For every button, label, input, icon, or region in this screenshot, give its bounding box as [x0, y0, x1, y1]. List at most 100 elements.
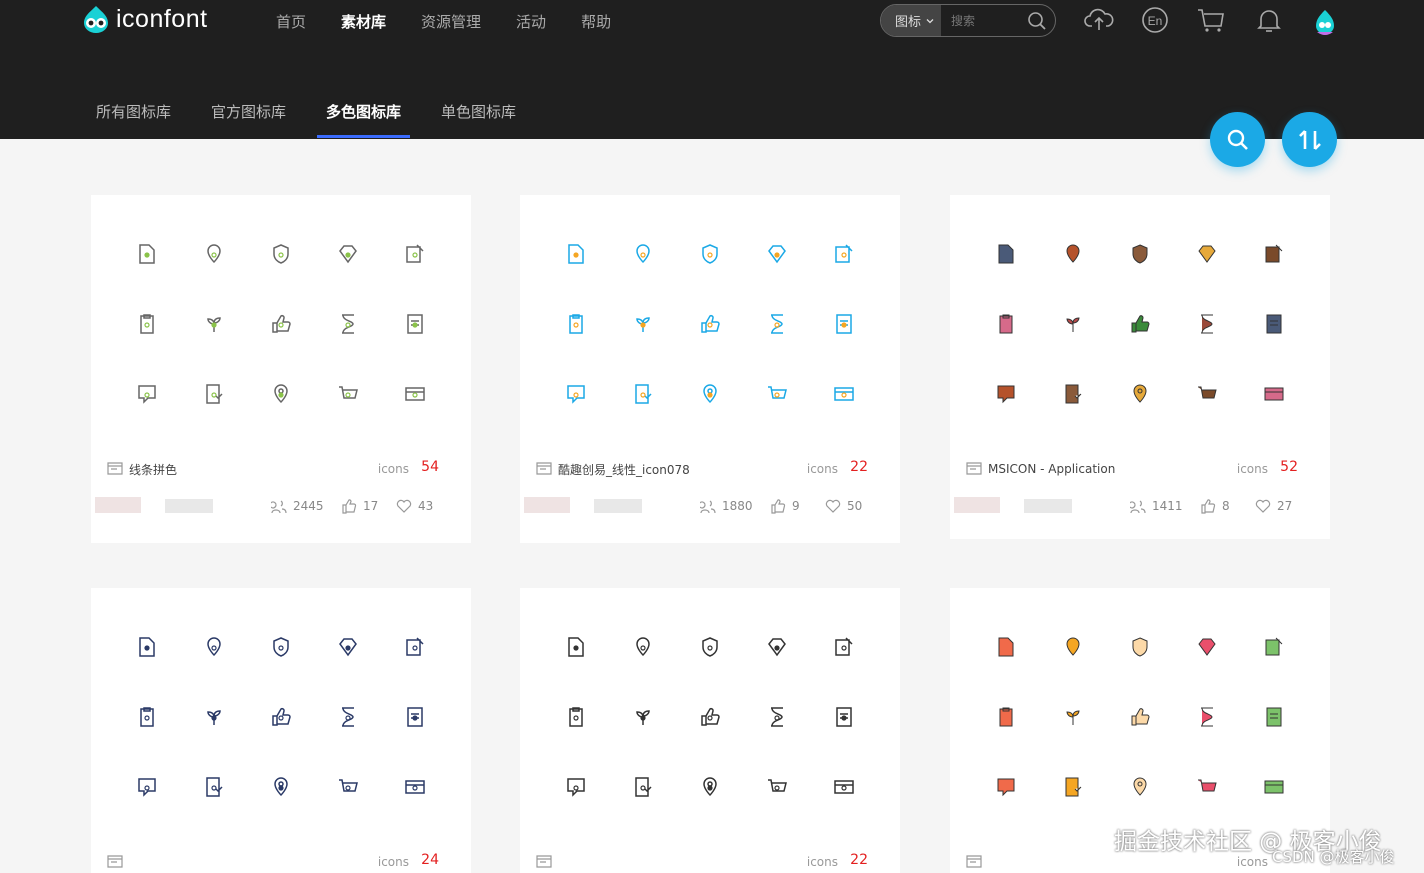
preview-icon[interactable]: [269, 705, 293, 729]
preview-icon[interactable]: [202, 775, 226, 799]
nav-home[interactable]: 首页: [276, 11, 306, 32]
author-avatar[interactable]: [524, 497, 570, 513]
preview-icon[interactable]: [564, 382, 588, 406]
preview-icon[interactable]: [336, 312, 360, 336]
preview-icon[interactable]: [403, 635, 427, 659]
preview-icon[interactable]: [336, 382, 360, 406]
preview-icon[interactable]: [1262, 775, 1286, 799]
preview-icon[interactable]: [269, 382, 293, 406]
preview-icon[interactable]: [269, 775, 293, 799]
preview-icon[interactable]: [765, 242, 789, 266]
preview-icon[interactable]: [336, 705, 360, 729]
author-avatar[interactable]: [954, 497, 1000, 513]
preview-icon[interactable]: [832, 312, 856, 336]
stat-favs[interactable]: 27: [1255, 498, 1292, 514]
preview-icon[interactable]: [765, 312, 789, 336]
preview-icon[interactable]: [631, 312, 655, 336]
preview-icon[interactable]: [403, 705, 427, 729]
preview-icon[interactable]: [1195, 312, 1219, 336]
search-type-select[interactable]: 图标: [881, 5, 942, 36]
preview-icon[interactable]: [269, 312, 293, 336]
search-input[interactable]: [951, 13, 1032, 28]
stat-likes[interactable]: 8: [1200, 498, 1230, 514]
preview-icon[interactable]: [1061, 775, 1085, 799]
preview-icon[interactable]: [765, 775, 789, 799]
preview-icon[interactable]: [698, 635, 722, 659]
preview-icon[interactable]: [765, 635, 789, 659]
author-name-blurred[interactable]: [594, 499, 642, 513]
preview-icon[interactable]: [202, 705, 226, 729]
preview-icon[interactable]: [1128, 242, 1152, 266]
stat-views[interactable]: 1411: [1130, 498, 1183, 514]
preview-icon[interactable]: [994, 312, 1018, 336]
preview-icon[interactable]: [1128, 775, 1152, 799]
preview-icon[interactable]: [1195, 382, 1219, 406]
preview-icon[interactable]: [1061, 382, 1085, 406]
preview-icon[interactable]: [1262, 635, 1286, 659]
stat-likes[interactable]: 17: [341, 498, 378, 514]
language-en-icon[interactable]: En: [1141, 6, 1169, 34]
tab-mono-libraries[interactable]: 单色图标库: [441, 101, 516, 122]
tab-all-libraries[interactable]: 所有图标库: [96, 101, 171, 122]
preview-icon[interactable]: [698, 382, 722, 406]
preview-icon[interactable]: [631, 382, 655, 406]
preview-icon[interactable]: [994, 242, 1018, 266]
preview-icon[interactable]: [1262, 382, 1286, 406]
float-sort-button[interactable]: [1282, 112, 1337, 167]
preview-icon[interactable]: [135, 635, 159, 659]
preview-icon[interactable]: [832, 775, 856, 799]
preview-icon[interactable]: [631, 635, 655, 659]
preview-icon[interactable]: [1061, 312, 1085, 336]
author-name-blurred[interactable]: [1024, 499, 1072, 513]
preview-icon[interactable]: [403, 312, 427, 336]
preview-icon[interactable]: [698, 242, 722, 266]
library-name[interactable]: 线条拼色: [129, 461, 177, 478]
preview-icon[interactable]: [1195, 775, 1219, 799]
preview-icon[interactable]: [403, 775, 427, 799]
author-avatar[interactable]: [95, 497, 141, 513]
preview-icon[interactable]: [564, 635, 588, 659]
preview-icon[interactable]: [1195, 242, 1219, 266]
preview-icon[interactable]: [564, 242, 588, 266]
preview-icon[interactable]: [994, 705, 1018, 729]
nav-materials[interactable]: 素材库: [341, 11, 386, 32]
preview-icon[interactable]: [135, 312, 159, 336]
icon-library-card[interactable]: MSICON - Application icons 52 1411 8 27: [950, 195, 1330, 539]
preview-icon[interactable]: [403, 242, 427, 266]
library-name[interactable]: MSICON - Application: [988, 462, 1115, 476]
preview-icon[interactable]: [564, 775, 588, 799]
preview-icon[interactable]: [832, 242, 856, 266]
preview-icon[interactable]: [1128, 705, 1152, 729]
preview-icon[interactable]: [202, 635, 226, 659]
preview-icon[interactable]: [135, 705, 159, 729]
stat-likes[interactable]: 9: [770, 498, 800, 514]
tab-official-libraries[interactable]: 官方图标库: [211, 101, 286, 122]
library-name[interactable]: 酷趣创易_线性_icon078: [558, 461, 690, 478]
icon-library-card[interactable]: icons 24: [91, 588, 471, 873]
preview-icon[interactable]: [698, 705, 722, 729]
preview-icon[interactable]: [403, 382, 427, 406]
preview-icon[interactable]: [336, 635, 360, 659]
preview-icon[interactable]: [202, 312, 226, 336]
preview-icon[interactable]: [135, 775, 159, 799]
preview-icon[interactable]: [1128, 382, 1152, 406]
preview-icon[interactable]: [269, 242, 293, 266]
preview-icon[interactable]: [1262, 312, 1286, 336]
preview-icon[interactable]: [631, 705, 655, 729]
preview-icon[interactable]: [765, 382, 789, 406]
preview-icon[interactable]: [1262, 705, 1286, 729]
user-avatar-icon[interactable]: [1312, 8, 1338, 36]
upload-cloud-icon[interactable]: [1084, 6, 1114, 34]
preview-icon[interactable]: [135, 382, 159, 406]
bell-icon[interactable]: [1255, 6, 1283, 34]
preview-icon[interactable]: [1128, 312, 1152, 336]
preview-icon[interactable]: [631, 242, 655, 266]
stat-views[interactable]: 1880: [700, 498, 753, 514]
preview-icon[interactable]: [1061, 635, 1085, 659]
stat-favs[interactable]: 43: [396, 498, 433, 514]
icon-library-card[interactable]: icons 22: [520, 588, 900, 873]
preview-icon[interactable]: [698, 775, 722, 799]
preview-icon[interactable]: [135, 242, 159, 266]
preview-icon[interactable]: [1195, 635, 1219, 659]
preview-icon[interactable]: [765, 705, 789, 729]
